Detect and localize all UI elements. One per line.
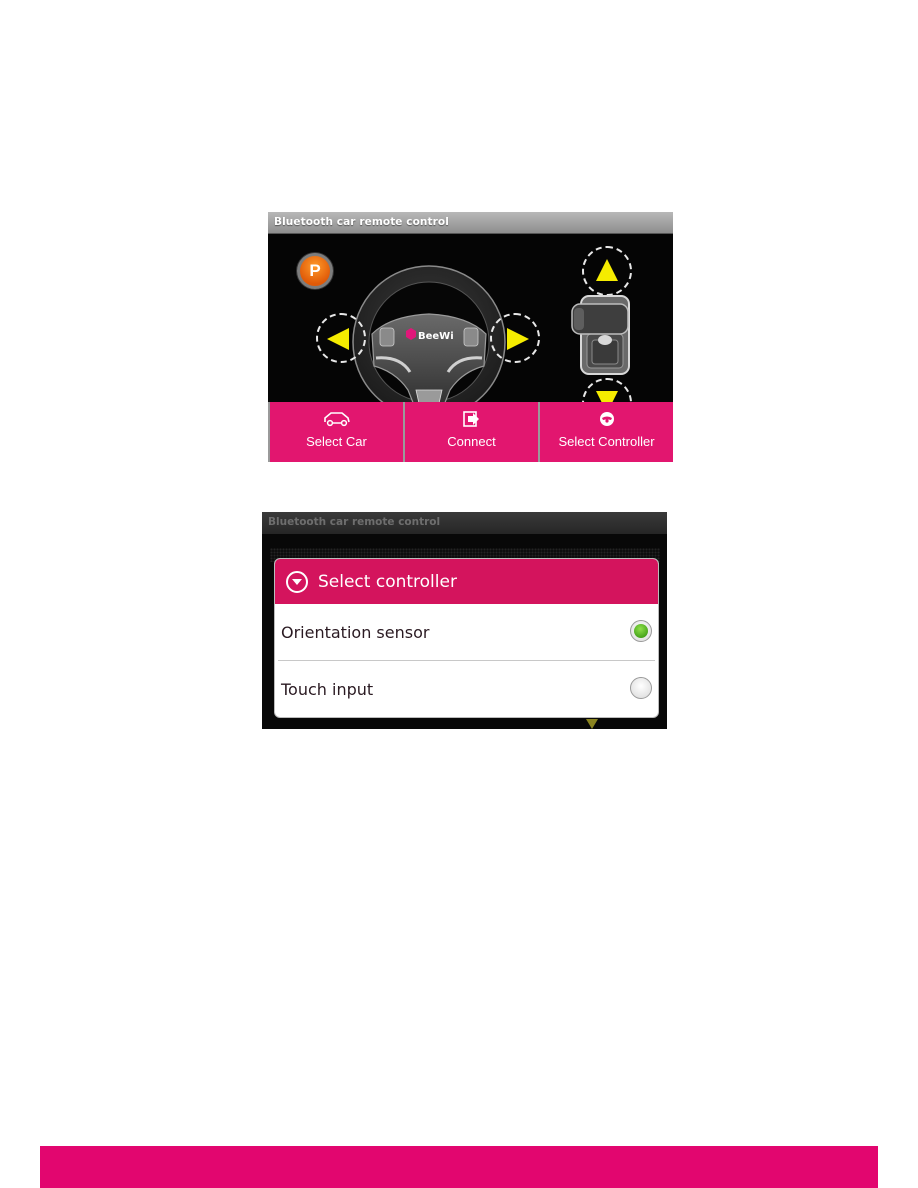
dialog-title: Select controller — [318, 571, 457, 592]
car-icon — [323, 412, 350, 427]
title-bar: Bluetooth car remote control — [268, 212, 673, 234]
steering-wheel-icon — [599, 412, 614, 426]
park-button[interactable]: P — [297, 253, 333, 289]
select-controller-label: Select Controller — [558, 434, 655, 449]
option-label: Touch input — [281, 679, 374, 699]
select-controller-screen: Bluetooth car remote control Select cont… — [262, 512, 667, 729]
dialog-header: Select controller — [275, 559, 658, 604]
select-controller-dialog: Select controller Orientation sensor Tou… — [275, 559, 658, 717]
parking-icon: P — [309, 261, 321, 280]
triangle-right-icon — [507, 328, 529, 350]
brand-label: BeeWi — [418, 331, 454, 342]
connect-label: Connect — [447, 434, 496, 449]
steering-wheel-icon[interactable]: BeeWi — [350, 260, 508, 420]
connect-button[interactable]: Connect — [405, 402, 538, 462]
app-title: Bluetooth car remote control — [268, 516, 441, 528]
option-label: Orientation sensor — [281, 622, 430, 642]
option-orientation-sensor[interactable]: Orientation sensor — [275, 604, 658, 660]
action-bar: Select Car Connect Select Controller — [268, 402, 673, 462]
select-car-label: Select Car — [306, 434, 367, 449]
steer-left-button[interactable] — [316, 313, 366, 363]
title-bar: Bluetooth car remote control — [262, 512, 667, 534]
connect-icon — [462, 411, 479, 427]
remote-control-screen: Bluetooth car remote control P BeeWi Sel… — [268, 212, 673, 462]
select-car-button[interactable]: Select Car — [270, 402, 403, 462]
radio-button[interactable] — [630, 677, 652, 699]
gear-shift-icon[interactable] — [569, 294, 637, 376]
triangle-left-icon — [327, 328, 349, 350]
triangle-up-icon — [596, 259, 618, 281]
forward-button[interactable] — [582, 246, 632, 296]
dropdown-circle-icon — [286, 570, 308, 593]
footer-bar — [40, 1146, 878, 1188]
select-controller-button[interactable]: Select Controller — [540, 402, 673, 462]
app-title: Bluetooth car remote control — [274, 216, 449, 228]
steer-right-button[interactable] — [490, 313, 540, 363]
radio-button-selected[interactable] — [630, 620, 652, 642]
triangle-down-icon — [586, 719, 598, 729]
option-touch-input[interactable]: Touch input — [275, 661, 658, 717]
